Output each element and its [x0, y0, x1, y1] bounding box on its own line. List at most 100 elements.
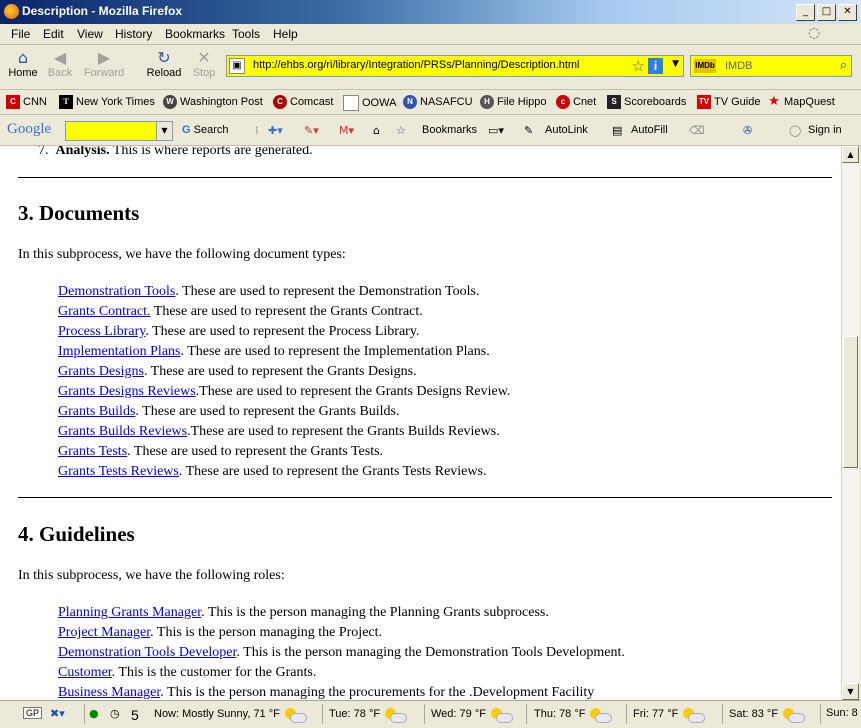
bookmark-mapquest[interactable]: ★ MapQuest: [767, 95, 835, 109]
menu-help[interactable]: Help: [273, 27, 298, 41]
menu-file[interactable]: File: [11, 27, 30, 41]
bookmark-washington-post[interactable]: W Washington Post: [163, 95, 263, 109]
tags-icon[interactable]: ✎▾: [304, 124, 319, 137]
document-link[interactable]: Grants Builds Reviews: [58, 424, 187, 439]
document-link[interactable]: Grants Designs Reviews: [58, 384, 196, 399]
bookmark-tv-guide[interactable]: TV TV Guide: [697, 95, 760, 109]
url-bar[interactable]: ▣ http://ehbs.org/ri/library/Integration…: [226, 55, 684, 77]
weather-tue[interactable]: Tue: 78 °F: [329, 707, 408, 723]
scroll-thumb[interactable]: [843, 336, 858, 468]
document-link[interactable]: Grants Designs: [58, 364, 144, 379]
green-ball-icon[interactable]: ●: [89, 707, 99, 720]
throbber-icon: ◌: [808, 25, 821, 41]
search-bar[interactable]: IMDb IMDB ⌕: [690, 55, 852, 77]
document-link[interactable]: Grants Tests Reviews: [58, 464, 179, 479]
bookmark-cnet[interactable]: c Cnet: [556, 95, 596, 109]
menu-edit[interactable]: Edit: [43, 27, 64, 41]
bookmark-star-icon[interactable]: ☆: [632, 57, 645, 75]
maximize-button[interactable]: □: [817, 4, 836, 21]
forward-button[interactable]: ▶ Forward: [80, 49, 128, 80]
google-bookmarks-button[interactable]: Bookmarks: [422, 124, 477, 136]
weather-sun[interactable]: Sun: 8: [826, 707, 858, 719]
status-divider: [322, 704, 323, 724]
bookmark-scoreboards[interactable]: S Scoreboards: [607, 95, 686, 109]
close-button[interactable]: ✕: [838, 4, 857, 21]
role-link[interactable]: Project Manager: [58, 625, 150, 640]
eraser-icon[interactable]: ⌫: [689, 124, 705, 137]
section-divider: [18, 177, 832, 178]
bookmark-cnn[interactable]: C CNN: [6, 95, 47, 109]
building-icon[interactable]: ⌂: [373, 124, 380, 137]
gp-badge[interactable]: GP: [23, 707, 43, 719]
weather-sat[interactable]: Sat: 83 °F: [729, 707, 806, 723]
plus-icon[interactable]: ✚▾: [268, 124, 283, 137]
status-divider: [424, 704, 425, 724]
bookmark-nasafcu[interactable]: N NASAFCU: [403, 95, 473, 109]
list-item: Process Library. These are used to repre…: [58, 324, 420, 339]
autofill-button[interactable]: AutoFill: [631, 124, 668, 136]
list-item: Grants Builds Reviews.These are used to …: [58, 424, 500, 439]
minimize-button[interactable]: _: [796, 4, 815, 21]
menu-bookmarks[interactable]: Bookmarks: [165, 27, 225, 41]
document-link[interactable]: Grants Contract.: [58, 304, 151, 319]
role-link[interactable]: Customer: [58, 665, 112, 680]
role-link[interactable]: Demonstration Tools Developer: [58, 645, 236, 660]
weather-count: 5: [131, 707, 139, 723]
partly-sunny-icon: [588, 707, 613, 723]
tools-icon[interactable]: ✖▾: [50, 707, 65, 720]
page-favicon-icon: ▣: [229, 58, 245, 74]
search-input[interactable]: IMDB: [725, 60, 753, 72]
bookmark-nyt[interactable]: T New York Times: [59, 95, 155, 109]
menu-tools[interactable]: Tools: [232, 27, 260, 41]
back-button[interactable]: ◀ Back: [38, 48, 82, 80]
document-link[interactable]: Process Library: [58, 324, 145, 339]
weather-fri[interactable]: Fri: 77 °F: [633, 707, 706, 723]
documents-intro: In this subprocess, we have the followin…: [18, 247, 346, 262]
document-link[interactable]: Implementation Plans: [58, 344, 180, 359]
partly-sunny-icon: [681, 707, 706, 723]
list-item: Demonstration Tools Developer. This is t…: [58, 645, 625, 660]
status-divider: [84, 704, 85, 724]
page-info-icon[interactable]: i: [648, 58, 663, 74]
document-link[interactable]: Grants Builds: [58, 404, 135, 419]
autofill-icon: ▤: [612, 124, 623, 137]
scroll-up-button[interactable]: ▲: [842, 146, 859, 163]
back-arrow-icon: ◀: [53, 48, 67, 67]
menu-view[interactable]: View: [77, 27, 103, 41]
signin-button[interactable]: Sign in: [808, 124, 842, 136]
wand-icon: ✎: [524, 124, 534, 137]
list-item: Grants Builds. These are used to represe…: [58, 404, 400, 419]
scroll-down-button[interactable]: ▼: [842, 683, 859, 700]
wrench-icon[interactable]: ✇: [743, 124, 752, 137]
reload-button[interactable]: ↻ Reload: [142, 48, 186, 80]
menu-history[interactable]: History: [115, 27, 152, 41]
gmail-icon[interactable]: M▾: [339, 124, 354, 137]
role-link[interactable]: Planning Grants Manager: [58, 605, 201, 620]
google-search-button[interactable]: G Search: [182, 124, 228, 136]
search-engine-icon[interactable]: IMDb: [694, 59, 716, 73]
google-search-input[interactable]: ▼: [65, 121, 173, 141]
weather-now[interactable]: Now: Mostly Sunny, 71 °F: [154, 707, 307, 723]
weather-wed[interactable]: Wed: 79 °F: [431, 707, 513, 723]
url-dropdown-icon[interactable]: ▼: [672, 59, 679, 69]
partly-sunny-icon: [489, 707, 513, 723]
rectangle-icon[interactable]: ▭▾: [488, 124, 504, 137]
role-link[interactable]: Business Manager: [58, 685, 160, 700]
wp-icon: W: [163, 95, 177, 109]
clock-icon[interactable]: ◷: [110, 707, 120, 720]
vertical-scrollbar[interactable]: ▲ ▼: [841, 146, 859, 700]
reload-icon: ↻: [157, 48, 171, 67]
cnet-icon: c: [556, 95, 570, 109]
list-item: Planning Grants Manager. This is the per…: [58, 605, 549, 620]
weather-thu[interactable]: Thu: 78 °F: [534, 707, 613, 723]
partly-sunny-icon: [283, 707, 307, 723]
document-link[interactable]: Demonstration Tools: [58, 284, 175, 299]
autolink-button[interactable]: AutoLink: [545, 124, 588, 136]
google-dropdown-icon[interactable]: ▼: [156, 122, 172, 140]
bookmark-oowa[interactable]: OOWA: [343, 95, 396, 111]
search-icon[interactable]: ⌕: [840, 58, 847, 73]
bookmark-comcast[interactable]: C Comcast: [273, 95, 333, 109]
document-link[interactable]: Grants Tests: [58, 444, 127, 459]
bookmark-file-hippo[interactable]: H File Hippo: [480, 95, 547, 109]
stop-button[interactable]: ✕ Stop: [182, 49, 226, 80]
